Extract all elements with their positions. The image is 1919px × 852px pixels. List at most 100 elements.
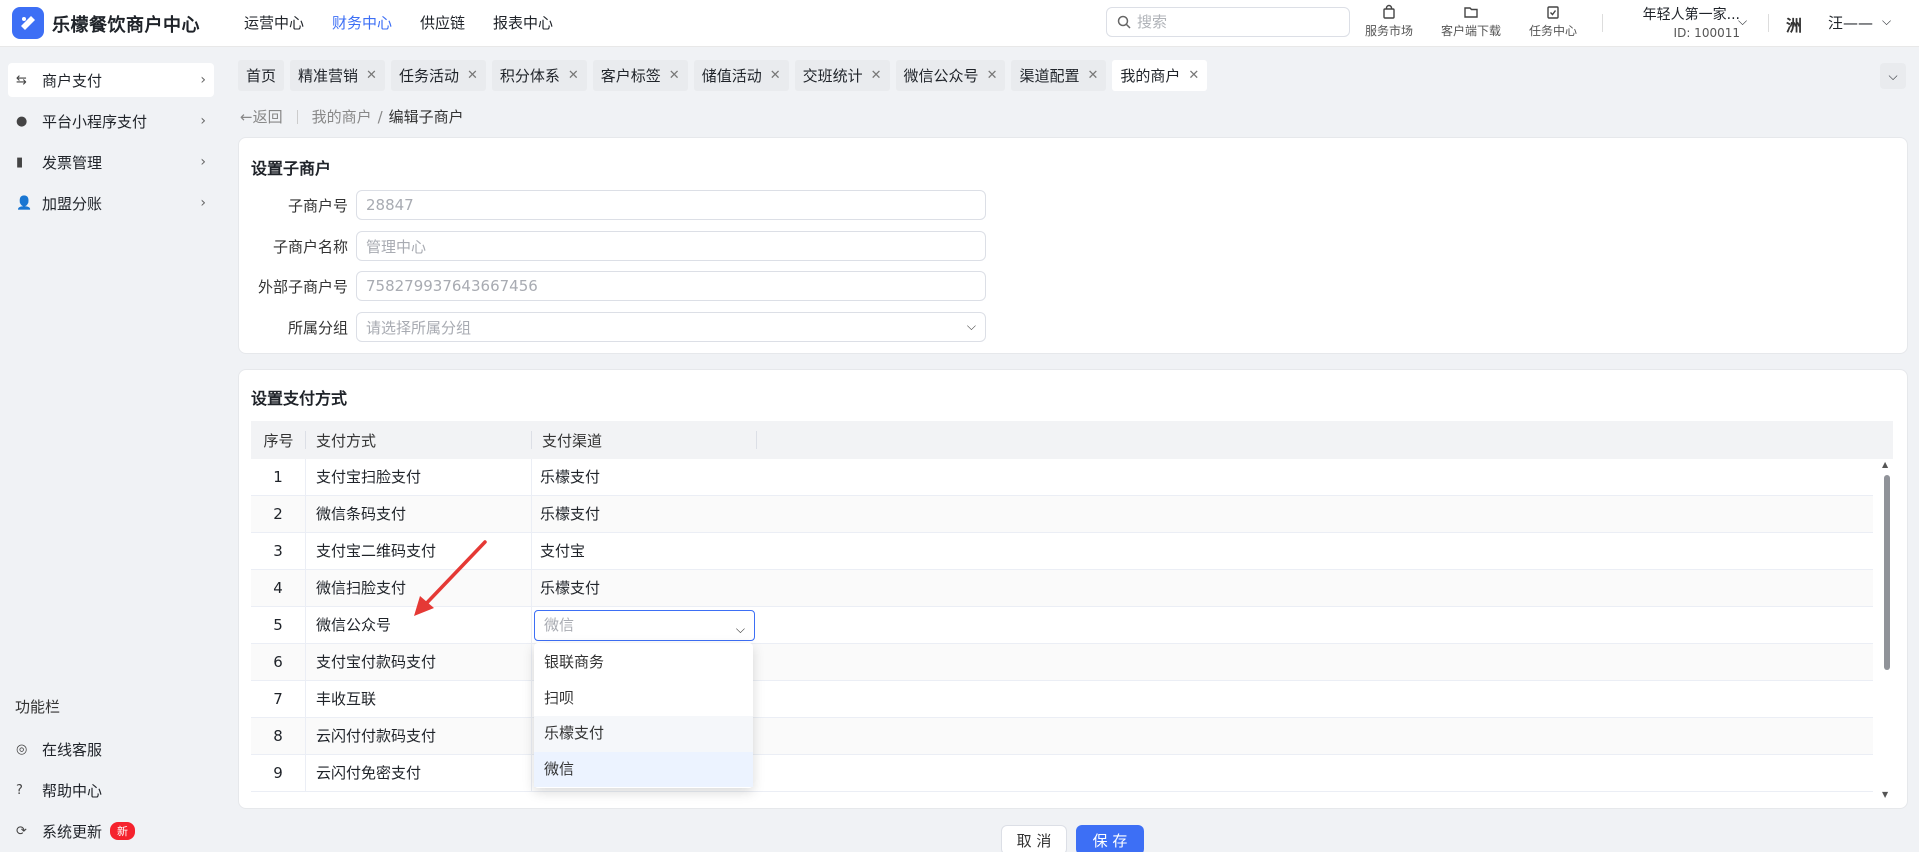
nav-reports[interactable]: 报表中心 [493,12,553,33]
row-index: 9 [251,754,306,792]
tab-label: 积分体系 [499,67,560,85]
table-row: 8 云闪付付款码支付 [251,717,1873,755]
exchange-icon: ⇆ [16,72,27,88]
search-box[interactable] [1106,7,1350,37]
refresh-icon: ⟳ [16,823,27,839]
tab-points-system[interactable]: 积分体系 ✕ [491,60,587,91]
close-icon[interactable]: ✕ [1188,68,1199,83]
annotation-arrow-icon [414,540,487,616]
tab-home[interactable]: 首页 [238,60,285,91]
account-switcher[interactable]: 年轻人第一家... ID: 100011 [1610,4,1740,40]
row-channel[interactable]: 支付宝 [532,533,757,570]
field-label: 子商户号 [287,196,348,215]
tab-label: 首页 [246,67,277,85]
link-icon: ● [16,113,28,129]
tab-stored-value[interactable]: 储值活动 ✕ [693,60,789,91]
close-icon[interactable]: ✕ [987,68,998,83]
chevron-right-icon: › [200,72,206,88]
client-download-button[interactable]: 客户端下载 [1436,4,1506,39]
table-scrollbar[interactable]: ▲ ▼ [1882,460,1892,800]
tab-my-merchants[interactable]: 我的商户 ✕ [1112,60,1208,91]
external-sub-merchant-id-field[interactable]: 758279937643667456 [356,271,986,301]
close-icon[interactable]: ✕ [568,68,579,83]
divider [756,431,757,449]
breadcrumb-parent[interactable]: 我的商户 [312,106,372,127]
tab-task-activity[interactable]: 任务活动 ✕ [390,60,486,91]
sidebar-item-label: 系统更新 [42,822,103,841]
form-row-sub-merchant-name: 子商户名称 管理中心 [239,230,986,262]
row-channel[interactable]: 乐檬支付 [532,459,757,496]
tabs-more-chevron-icon[interactable]: ⌵ [1880,63,1906,89]
table-row: 1 支付宝扫脸支付 乐檬支付 [251,458,1873,496]
column-label: 支付方式 [316,431,377,450]
close-icon[interactable]: ✕ [366,68,377,83]
close-icon[interactable]: ✕ [1087,68,1098,83]
tab-label: 精准营销 [298,67,359,85]
close-icon[interactable]: ✕ [871,68,882,83]
back-button[interactable]: ←返回 [240,106,283,127]
sidebar-item-online-support[interactable]: ◎ 在线客服 [8,732,214,766]
sidebar-item-merchant-payment[interactable]: ⇆ 商户支付 › [8,63,214,97]
breadcrumb: ←返回 我的商户 / 编辑子商户 [240,106,464,127]
scroll-up-icon[interactable]: ▲ [1882,460,1888,469]
clipboard-check-icon [1518,4,1588,22]
row-channel[interactable]: 乐檬支付 [532,570,757,607]
row-channel[interactable]: 乐檬支付 [532,496,757,533]
scroll-thumb[interactable] [1884,475,1890,670]
cancel-button[interactable]: 取 消 [1001,825,1067,852]
nav-finance[interactable]: 财务中心 [332,12,392,33]
close-icon[interactable]: ✕ [467,68,478,83]
chevron-down-icon[interactable]: ⌵ [1882,14,1891,29]
search-input[interactable] [1137,13,1327,31]
close-icon[interactable]: ✕ [770,68,781,83]
user-name[interactable]: 汪—— [1828,12,1873,33]
row-index: 4 [251,569,306,607]
tab-precision-marketing[interactable]: 精准营销 ✕ [290,60,385,91]
field-label: 外部子商户号 [257,277,348,296]
field-value: 28847 [366,196,414,214]
channel-select[interactable]: 微信 ⌵ [534,609,755,641]
tab-customer-tags[interactable]: 客户标签 ✕ [592,60,688,91]
sub-merchant-name-field[interactable]: 管理中心 [356,231,986,261]
sidebar-item-label: 在线客服 [42,740,103,759]
divider [1768,14,1769,32]
tab-channel-config[interactable]: 渠道配置 ✕ [1011,60,1107,91]
row-method: 云闪付付款码支付 [306,717,532,755]
task-center-label: 任务中心 [1528,24,1577,38]
sidebar-item-system-update[interactable]: ⟳ 系统更新 新 [8,814,214,848]
row-index: 5 [251,606,306,644]
sidebar-item-help-center[interactable]: ? 帮助中心 [8,773,214,807]
back-label: 返回 [252,108,283,126]
avatar[interactable]: 洲 [1786,12,1810,36]
sidebar-item-invoice[interactable]: ▮ 发票管理 › [8,145,214,179]
dropdown-option-unionpay[interactable]: 银联商务 [534,645,753,681]
task-center-button[interactable]: 任务中心 [1518,4,1588,39]
service-market-button[interactable]: 服务市场 [1354,4,1424,39]
dropdown-option-saobei[interactable]: 扫呗 [534,681,753,717]
column-label: 序号 [263,431,294,450]
tab-wechat-official[interactable]: 微信公众号 ✕ [895,60,1006,91]
nav-operations[interactable]: 运营中心 [244,12,304,33]
chevron-down-icon: ⌵ [966,319,976,333]
scroll-down-icon[interactable]: ▼ [1882,790,1888,799]
group-select[interactable]: 请选择所属分组 ⌵ [356,312,986,342]
app-logo[interactable] [12,7,44,39]
tab-shift-stats[interactable]: 交班统计 ✕ [794,60,890,91]
dropdown-option-wechat[interactable]: 微信 [534,751,753,787]
sidebar-item-franchise-split[interactable]: 👤 加盟分账 › [8,186,214,220]
save-button[interactable]: 保 存 [1076,825,1144,852]
client-download-label: 客户端下载 [1440,24,1501,38]
column-header-index: 序号 [251,421,306,459]
table-row: 2 微信条码支付 乐檬支付 [251,495,1873,533]
arrow-left-icon: ← [240,108,253,126]
chevron-down-icon[interactable]: ⌵ [1738,14,1747,29]
table-row: 7 丰收互联 [251,680,1873,718]
sidebar-item-mini-program-payment[interactable]: ● 平台小程序支付 › [8,104,214,138]
sub-merchant-id-field[interactable]: 28847 [356,190,986,220]
nav-supply-chain[interactable]: 供应链 [420,12,465,33]
shop-bag-icon [1354,4,1424,22]
row-channel: 微信 ⌵ [532,607,757,644]
dropdown-option-lemeng-pay[interactable]: 乐檬支付 [534,716,753,752]
field-label: 所属分组 [287,318,348,337]
close-icon[interactable]: ✕ [669,68,680,83]
